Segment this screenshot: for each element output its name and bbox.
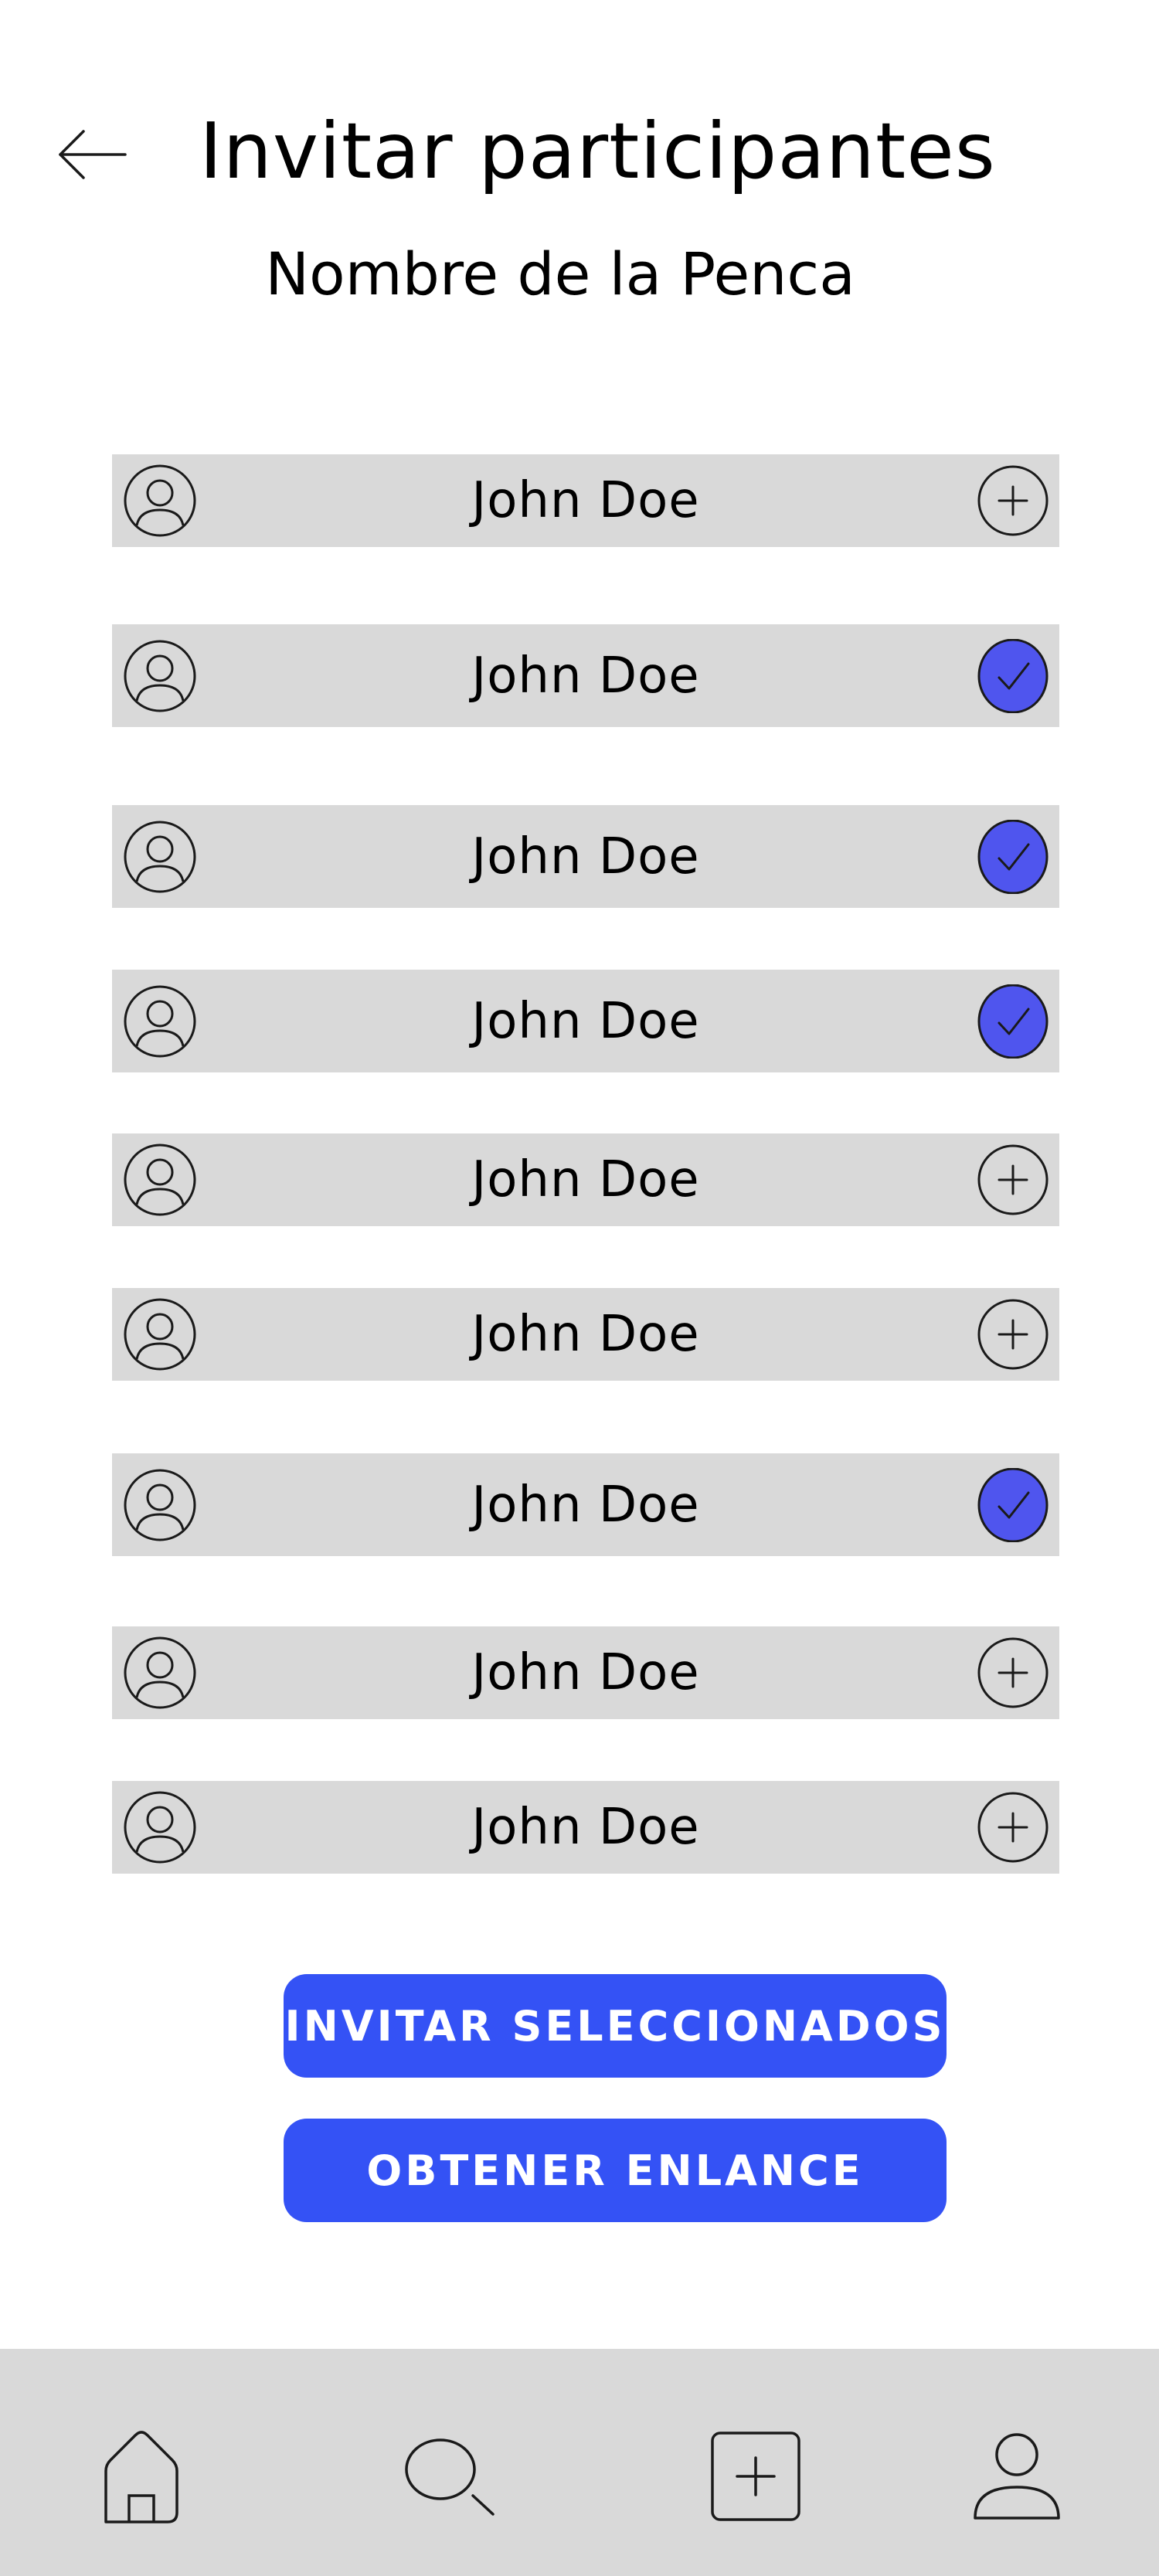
participant-row: John Doe	[112, 1626, 1059, 1719]
participant-name: John Doe	[471, 647, 700, 705]
check-circle-icon[interactable]	[976, 638, 1050, 713]
page-subtitle: Nombre de la Penca	[265, 240, 855, 308]
nav-home[interactable]	[87, 2422, 195, 2530]
arrow-left-icon	[59, 130, 127, 179]
participant-row: John Doe	[112, 454, 1059, 547]
check-circle-icon[interactable]	[976, 819, 1050, 894]
plus-circle-icon[interactable]	[976, 1143, 1050, 1217]
check-circle-icon[interactable]	[976, 984, 1050, 1059]
participant-row: John Doe	[112, 1133, 1059, 1226]
plus-circle-icon[interactable]	[976, 1790, 1050, 1864]
participant-name: John Doe	[471, 1151, 700, 1208]
participant-name: John Doe	[471, 1306, 700, 1363]
participant-row: John Doe	[112, 1781, 1059, 1874]
participant-row: John Doe	[112, 805, 1059, 908]
user-icon	[974, 2433, 1060, 2520]
participant-name: John Doe	[471, 1476, 700, 1534]
participant-row: John Doe	[112, 970, 1059, 1072]
plus-square-icon	[711, 2432, 800, 2521]
search-icon	[405, 2438, 495, 2516]
participant-row: John Doe	[112, 1288, 1059, 1381]
plus-circle-icon[interactable]	[976, 1636, 1050, 1710]
nav-create[interactable]	[702, 2422, 810, 2530]
check-circle-icon[interactable]	[976, 1467, 1050, 1542]
participant-row: John Doe	[112, 624, 1059, 727]
get-link-button[interactable]: OBTENER ENLANCE	[284, 2119, 947, 2222]
home-icon	[104, 2431, 178, 2523]
nav-search[interactable]	[396, 2422, 505, 2530]
plus-circle-icon[interactable]	[976, 1297, 1050, 1371]
plus-circle-icon[interactable]	[976, 464, 1050, 538]
participant-row: John Doe	[112, 1453, 1059, 1556]
participant-name: John Doe	[471, 992, 700, 1050]
participant-name: John Doe	[471, 828, 700, 885]
participant-name: John Doe	[471, 1799, 700, 1856]
participant-name: John Doe	[471, 472, 700, 529]
bottom-nav	[0, 2349, 1159, 2576]
participant-name: John Doe	[471, 1644, 700, 1701]
page-title: Invitar participantes	[199, 106, 996, 196]
invite-selected-button[interactable]: INVITAR SELECCIONADOS	[284, 1974, 947, 2078]
invite-participants-screen: Invitar participantes Nombre de la Penca…	[0, 0, 1159, 2576]
nav-profile[interactable]	[963, 2422, 1071, 2530]
back-button[interactable]	[54, 116, 131, 193]
